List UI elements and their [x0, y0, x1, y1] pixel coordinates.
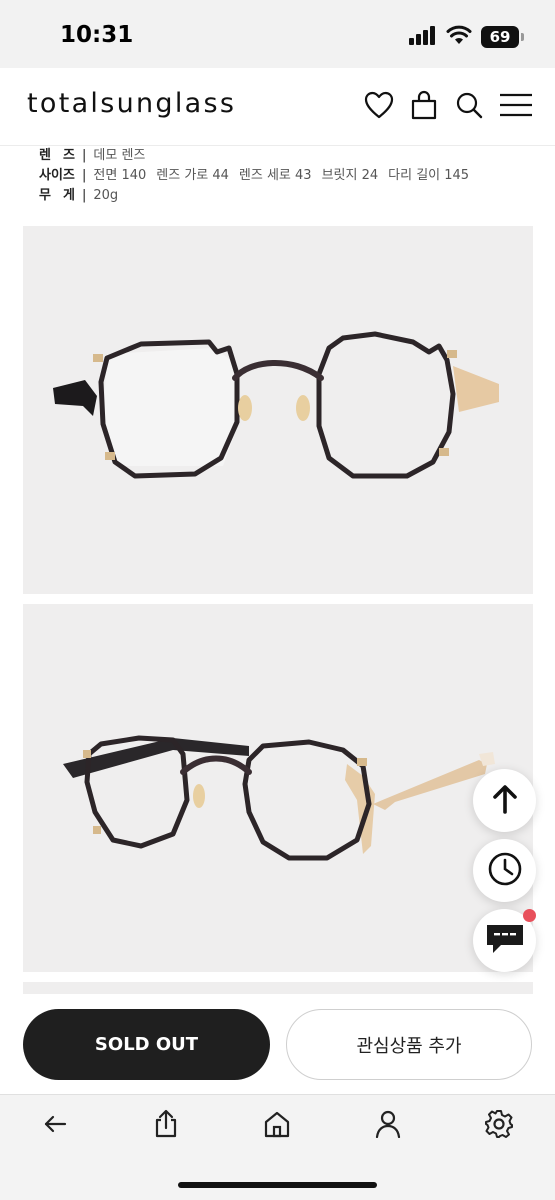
spec-separator: |: [82, 148, 87, 163]
chat-icon: [485, 923, 525, 959]
share-icon[interactable]: [151, 1109, 181, 1139]
spec-value: 20g: [93, 188, 119, 203]
product-specs: 렌 즈 | 데모 렌즈 사이즈 | 전면 140 렌즈 가로 44 렌즈 세로 43…: [39, 146, 539, 206]
spec-row-lens: 렌 즈 | 데모 렌즈: [39, 146, 539, 166]
menu-icon[interactable]: [499, 90, 533, 120]
recently-viewed-button[interactable]: [473, 839, 536, 902]
product-image-front[interactable]: [23, 226, 533, 594]
sold-out-button[interactable]: SOLD OUT: [23, 1009, 270, 1080]
home-icon[interactable]: [262, 1109, 292, 1139]
purchase-action-bar: SOLD OUT 관심상품 추가: [0, 994, 555, 1094]
arrow-up-icon: [492, 784, 517, 818]
scroll-top-button[interactable]: [473, 769, 536, 832]
search-icon[interactable]: [454, 90, 484, 120]
status-bar: 10:31 69: [0, 0, 555, 68]
signal-icon: [409, 25, 437, 49]
spec-key: 무 게: [39, 188, 75, 203]
spec-key: 렌 즈: [39, 148, 75, 163]
notification-dot: [523, 909, 536, 922]
add-to-wishlist-button[interactable]: 관심상품 추가: [286, 1009, 532, 1080]
home-indicator: [178, 1182, 377, 1188]
shopping-bag-icon[interactable]: [409, 90, 439, 120]
site-logo[interactable]: totalsunglass: [27, 88, 236, 119]
clock-icon: [487, 851, 523, 891]
spec-separator: |: [82, 188, 87, 203]
spec-value: 데모 렌즈: [93, 148, 146, 163]
profile-icon[interactable]: [373, 1109, 403, 1139]
battery-indicator: 69: [481, 26, 524, 48]
chat-button[interactable]: [473, 909, 536, 972]
status-time: 10:31: [60, 22, 134, 48]
status-icons: 69: [409, 24, 524, 50]
heart-icon[interactable]: [364, 90, 394, 120]
site-header: totalsunglass: [0, 68, 555, 146]
product-image-angle[interactable]: [23, 604, 533, 972]
settings-icon[interactable]: [484, 1109, 514, 1139]
spec-row-size: 사이즈 | 전면 140 렌즈 가로 44 렌즈 세로 43 브릿지 24 다리 길이 …: [39, 166, 539, 186]
back-arrow-icon[interactable]: [40, 1109, 70, 1139]
spec-row-weight: 무 게 | 20g: [39, 186, 539, 206]
spec-value: 전면 140 렌즈 가로 44 렌즈 세로 43 브릿지 24 다리 길이 145: [93, 168, 470, 183]
wifi-icon: [446, 25, 472, 49]
header-icons: [364, 90, 533, 120]
spec-separator: |: [82, 168, 87, 183]
spec-key: 사이즈: [39, 168, 75, 183]
